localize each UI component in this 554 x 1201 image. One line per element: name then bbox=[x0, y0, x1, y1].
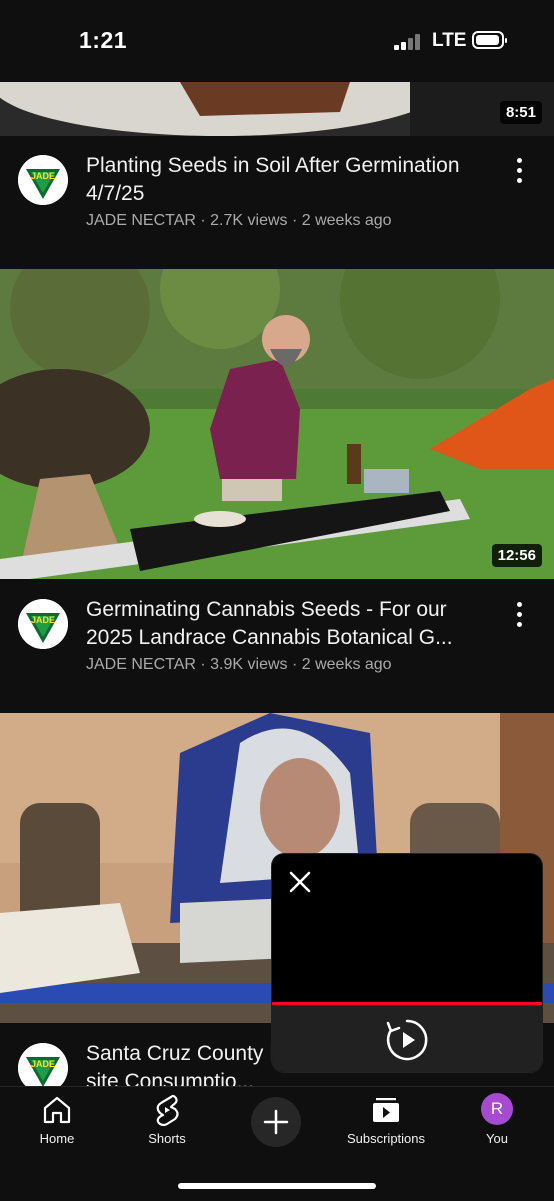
video-title[interactable]: Germinating Cannabis Seeds - For our 202… bbox=[86, 596, 486, 652]
video-meta-1[interactable]: JADE Planting Seeds in Soil After Germin… bbox=[0, 138, 554, 258]
nav-you[interactable]: R You bbox=[442, 1093, 552, 1146]
svg-text:JADE: JADE bbox=[31, 171, 55, 181]
battery-icon bbox=[472, 31, 507, 49]
svg-text:JADE: JADE bbox=[31, 1059, 55, 1069]
svg-text:JADE: JADE bbox=[31, 615, 55, 625]
status-bar: 1:21 LTE bbox=[0, 0, 554, 82]
nav-label: Home bbox=[39, 1131, 75, 1146]
channel-avatar[interactable]: JADE bbox=[18, 599, 68, 649]
subscriptions-icon bbox=[373, 1098, 399, 1122]
network-label: LTE bbox=[432, 30, 467, 51]
create-plus-icon bbox=[263, 1109, 289, 1135]
home-icon bbox=[43, 1096, 71, 1124]
shorts-icon bbox=[156, 1094, 179, 1127]
video-thumbnail-2[interactable]: 12:56 bbox=[0, 269, 554, 579]
more-options-icon[interactable] bbox=[514, 602, 524, 628]
nav-label: Shorts bbox=[148, 1131, 186, 1146]
video-thumbnail-1[interactable]: 8:51 bbox=[0, 82, 554, 136]
video-subtitle: JADE NECTAR · 2.7K views · 2 weeks ago bbox=[86, 212, 392, 229]
video-duration: 12:56 bbox=[491, 544, 542, 567]
cellular-signal-icon bbox=[394, 34, 422, 50]
more-options-icon[interactable] bbox=[514, 158, 524, 184]
nav-shorts[interactable]: Shorts bbox=[112, 1093, 222, 1146]
thumbnail-image bbox=[0, 269, 554, 579]
mini-player[interactable] bbox=[272, 854, 542, 1072]
nav-label: Subscriptions bbox=[346, 1131, 426, 1146]
nav-subscriptions[interactable]: Subscriptions bbox=[331, 1093, 441, 1146]
status-time: 1:21 bbox=[79, 27, 128, 53]
avatar: R bbox=[481, 1093, 513, 1125]
thumbnail-image bbox=[0, 82, 554, 136]
video-meta-2[interactable]: JADE Germinating Cannabis Seeds - For ou… bbox=[0, 582, 554, 702]
mini-player-controls bbox=[272, 1005, 542, 1072]
video-title[interactable]: Planting Seeds in Soil After Germination… bbox=[86, 152, 486, 208]
home-indicator[interactable] bbox=[178, 1183, 376, 1189]
create-button[interactable] bbox=[251, 1097, 301, 1147]
nav-home[interactable]: Home bbox=[2, 1093, 112, 1146]
bottom-nav: Home Shorts Subscriptions R You bbox=[0, 1086, 554, 1201]
channel-avatar[interactable]: JADE bbox=[18, 155, 68, 205]
video-subtitle: JADE NECTAR · 3.9K views · 2 weeks ago bbox=[86, 656, 392, 673]
nav-label: You bbox=[486, 1131, 508, 1146]
channel-avatar[interactable]: JADE bbox=[18, 1043, 68, 1086]
video-duration: 8:51 bbox=[499, 101, 542, 124]
close-icon[interactable] bbox=[286, 868, 314, 896]
replay-icon[interactable] bbox=[384, 1017, 430, 1063]
